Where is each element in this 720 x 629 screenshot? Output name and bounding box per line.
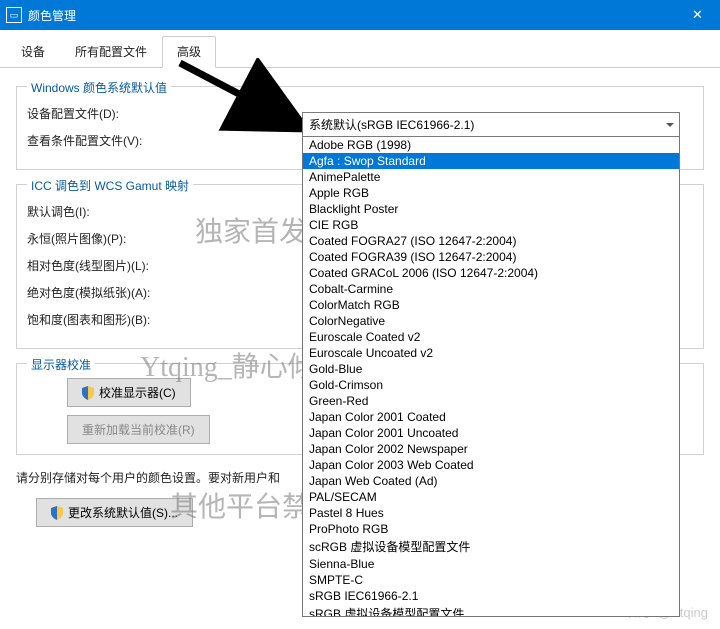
label-default-render: 默认调色(I): <box>27 203 277 220</box>
dropdown-option[interactable]: Japan Color 2001 Coated <box>303 409 679 425</box>
dropdown-option[interactable]: Cobalt-Carmine <box>303 281 679 297</box>
tab-strip: 设备 所有配置文件 高级 <box>0 30 720 68</box>
dropdown-option[interactable]: ColorNegative <box>303 313 679 329</box>
dropdown-option[interactable]: Gold-Blue <box>303 361 679 377</box>
dropdown-option[interactable]: Euroscale Coated v2 <box>303 329 679 345</box>
dropdown-option[interactable]: Apple RGB <box>303 185 679 201</box>
dropdown-option[interactable]: Gold-Crimson <box>303 377 679 393</box>
label-perceptual: 永恒(照片图像)(P): <box>27 230 277 247</box>
label-viewing-profile: 查看条件配置文件(V): <box>27 132 277 149</box>
dropdown-option[interactable]: scRGB 虚拟设备模型配置文件 <box>303 537 679 556</box>
dropdown-option[interactable]: Adobe RGB (1998) <box>303 137 679 153</box>
dropdown-option[interactable]: ProPhoto RGB <box>303 521 679 537</box>
tab-all-profiles[interactable]: 所有配置文件 <box>60 36 162 67</box>
change-system-defaults-button[interactable]: 更改系统默认值(S)... <box>36 498 193 527</box>
label-abs-colorimetric: 绝对色度(模拟纸张)(A): <box>27 284 277 301</box>
dropdown-option[interactable]: Coated FOGRA27 (ISO 12647-2:2004) <box>303 233 679 249</box>
dropdown-option[interactable]: Green-Red <box>303 393 679 409</box>
dropdown-option[interactable]: Agfa : Swop Standard <box>303 153 679 169</box>
window-title: 颜色管理 <box>28 7 675 24</box>
dropdown-option[interactable]: Sienna-Blue <box>303 556 679 572</box>
tab-device[interactable]: 设备 <box>6 36 60 67</box>
dropdown-option[interactable]: SMPTE-C <box>303 572 679 588</box>
dropdown-option[interactable]: Japan Web Coated (Ad) <box>303 473 679 489</box>
group-icc-legend: ICC 调色到 WCS Gamut 映射 <box>27 177 193 194</box>
calibrate-display-label: 校准显示器(C) <box>99 384 176 401</box>
dropdown-option[interactable]: CIE RGB <box>303 217 679 233</box>
close-button[interactable]: ✕ <box>675 0 720 30</box>
tab-advanced[interactable]: 高级 <box>162 36 216 68</box>
dropdown-option[interactable]: Pastel 8 Hues <box>303 505 679 521</box>
calibrate-display-button[interactable]: 校准显示器(C) <box>67 378 191 407</box>
dropdown-option[interactable]: Coated GRACoL 2006 (ISO 12647-2:2004) <box>303 265 679 281</box>
dropdown-option[interactable]: AnimePalette <box>303 169 679 185</box>
combo-selected-text: 系统默认(sRGB IEC61966-2.1) <box>309 118 474 132</box>
dropdown-option[interactable]: Japan Color 2003 Web Coated <box>303 457 679 473</box>
close-icon: ✕ <box>692 7 703 23</box>
dropdown-option[interactable]: sRGB IEC61966-2.1 <box>303 588 679 604</box>
dropdown-option[interactable]: Japan Color 2002 Newspaper <box>303 441 679 457</box>
app-icon: ▭ <box>6 7 22 23</box>
shield-icon <box>51 506 63 520</box>
dropdown-option[interactable]: Euroscale Uncoated v2 <box>303 345 679 361</box>
label-saturation: 饱和度(图表和图形)(B): <box>27 311 277 328</box>
reload-calibration-label: 重新加载当前校准(R) <box>82 421 195 438</box>
shield-icon <box>82 386 94 400</box>
window-titlebar: ▭ 颜色管理 ✕ <box>0 0 720 30</box>
dropdown-option[interactable]: ColorMatch RGB <box>303 297 679 313</box>
dropdown-option[interactable]: Blacklight Poster <box>303 201 679 217</box>
device-profile-combo[interactable]: 系统默认(sRGB IEC61966-2.1) <box>302 112 680 137</box>
dropdown-option[interactable]: PAL/SECAM <box>303 489 679 505</box>
label-rel-colorimetric: 相对色度(线型图片)(L): <box>27 257 277 274</box>
group-calibrate-legend: 显示器校准 <box>27 356 95 373</box>
device-profile-combo-wrapper: 系统默认(sRGB IEC61966-2.1) Adobe RGB (1998)… <box>302 112 680 617</box>
group-defaults-legend: Windows 颜色系统默认值 <box>27 79 171 96</box>
dropdown-option[interactable]: sRGB 虚拟设备模型配置文件 <box>303 604 679 617</box>
label-device-profile: 设备配置文件(D): <box>27 105 277 122</box>
dropdown-option[interactable]: Coated FOGRA39 (ISO 12647-2:2004) <box>303 249 679 265</box>
dropdown-option[interactable]: Japan Color 2001 Uncoated <box>303 425 679 441</box>
reload-calibration-button[interactable]: 重新加载当前校准(R) <box>67 415 210 444</box>
device-profile-dropdown[interactable]: Adobe RGB (1998)Agfa : Swop StandardAnim… <box>302 137 680 617</box>
change-defaults-label: 更改系统默认值(S)... <box>68 504 178 521</box>
